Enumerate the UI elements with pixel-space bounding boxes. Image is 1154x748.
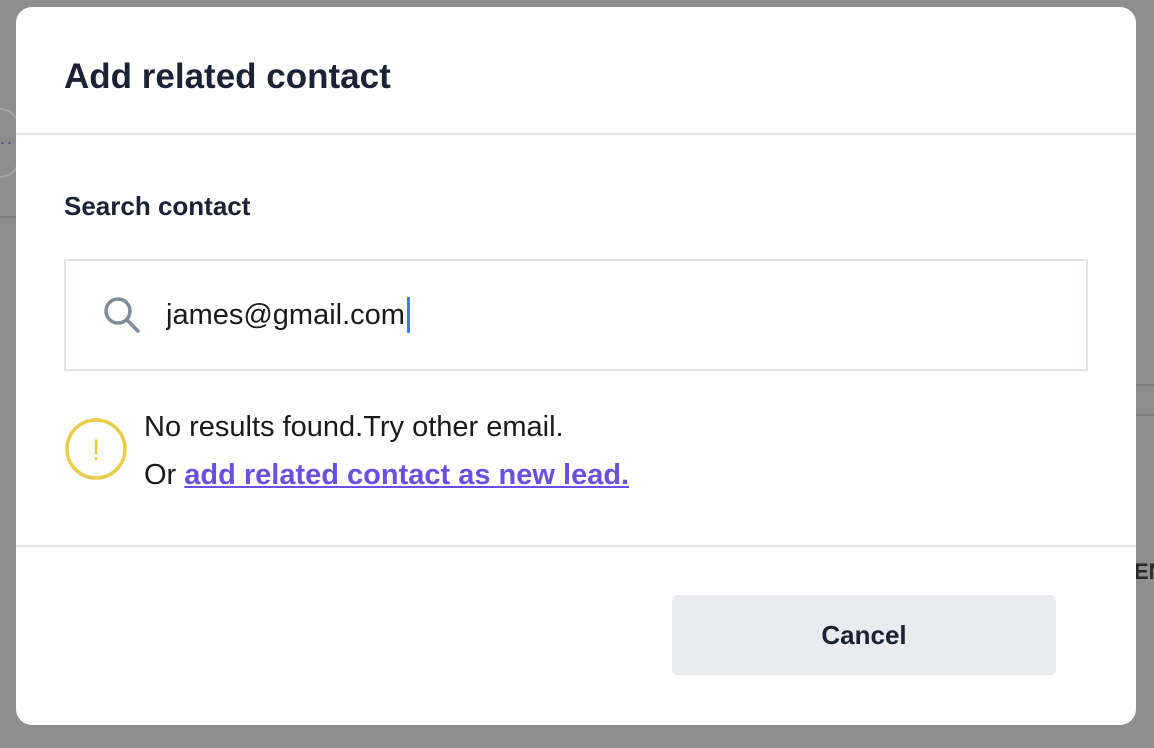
exclamation-circle-icon: ! [65,418,127,480]
modal-body: Search contact ! No results found.Try ot… [16,135,1136,547]
cancel-button[interactable]: Cancel [672,595,1056,675]
search-contact-label: Search contact [64,191,251,221]
background-divider [0,216,16,218]
search-icon [104,297,140,333]
add-as-lead-line: Or add related contact as new lead. [144,451,629,499]
or-prefix: Or [144,459,177,491]
add-related-contact-modal: Add related contact Search contact ! No … [16,7,1136,725]
modal-footer: Cancel [16,547,1136,725]
add-as-new-lead-link[interactable]: add related contact as new lead. [184,459,629,491]
no-results-text: No results found.Try other email. [144,411,564,443]
search-contact-box[interactable] [64,259,1088,371]
search-contact-input[interactable] [166,291,1046,339]
background-divider [1136,414,1154,416]
modal-title: Add related contact [64,57,391,96]
exclamation-glyph: ! [92,434,100,467]
background-divider [1136,384,1154,386]
modal-header: Add related contact [16,7,1136,135]
no-results-message: No results found.Try other email. Or add… [144,403,629,499]
background-dots: .. [0,128,15,148]
text-caret [406,297,410,333]
background-text-fragment: EN [1134,559,1154,584]
